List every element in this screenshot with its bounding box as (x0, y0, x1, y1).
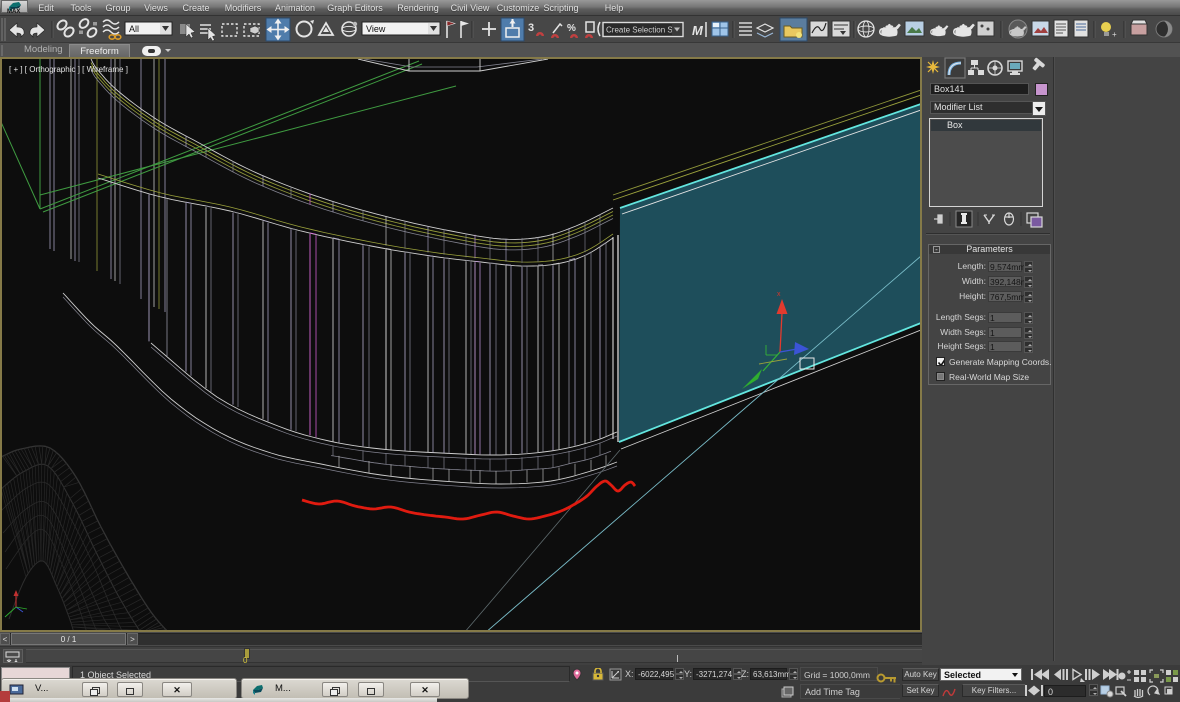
svg-text:View: View (366, 24, 386, 34)
svg-text:3: 3 (528, 22, 534, 34)
svg-text:x: x (777, 291, 781, 298)
svg-text:M: M (692, 23, 704, 38)
svg-text:Create Selection S: Create Selection S (606, 26, 673, 35)
svg-text:%: % (567, 23, 576, 34)
svg-text:MAX: MAX (7, 9, 20, 14)
svg-text:All: All (129, 24, 139, 34)
svg-text:+: + (1112, 30, 1117, 39)
svg-text:[ + ] [ Orthographic ] [ Wiref: [ + ] [ Orthographic ] [ Wireframe ] (9, 65, 128, 74)
